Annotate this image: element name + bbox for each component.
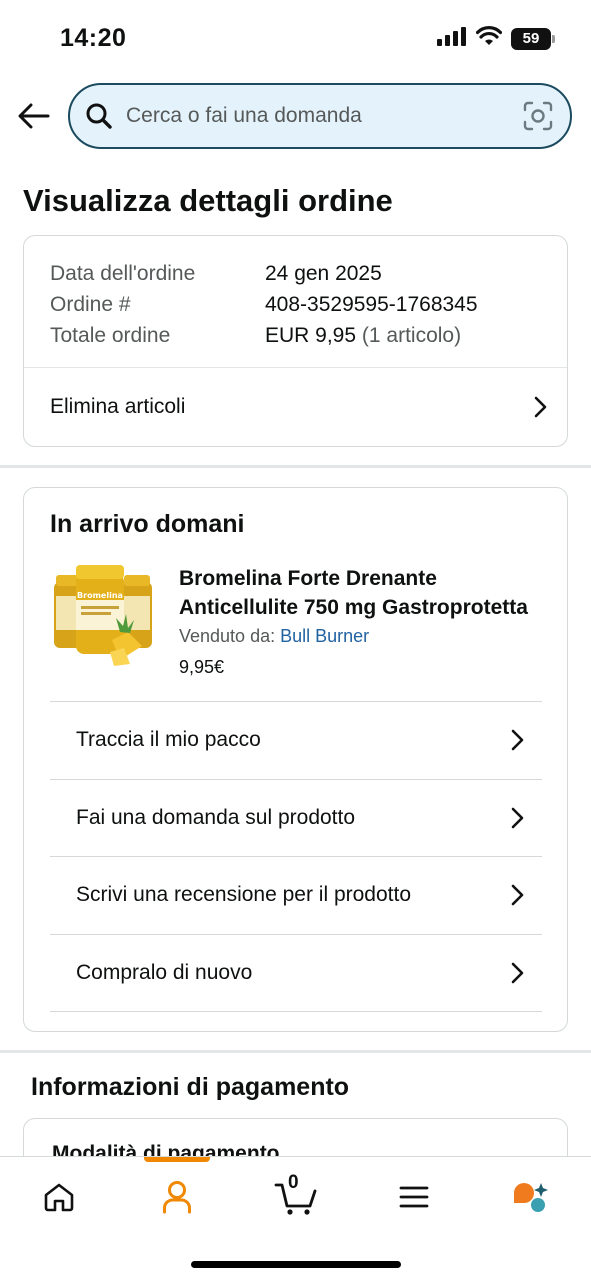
seller-link[interactable]: Bull Burner — [280, 626, 369, 646]
chevron-right-icon — [533, 396, 547, 418]
nav-menu[interactable] — [384, 1175, 444, 1219]
cart-count-badge: 0 — [288, 1172, 299, 1193]
product-title-line2: Anticellulite 750 mg Gastroprotetta — [179, 596, 528, 619]
section-separator — [0, 465, 591, 468]
sold-by: Venduto da: Bull Burner — [179, 626, 369, 647]
rufus-icon — [514, 1183, 548, 1212]
status-bar: 14:20 59 — [0, 0, 591, 78]
order-number-label: Ordine # — [50, 293, 131, 316]
action-label: Compralo di nuovo — [76, 960, 253, 984]
signal-icon — [437, 26, 467, 51]
shipment-status-heading: In arrivo domani — [50, 510, 245, 538]
search-input[interactable] — [126, 104, 522, 128]
product-brand-text: Bromelina — [77, 591, 123, 600]
status-icons: 59 — [437, 26, 555, 51]
track-package-row[interactable]: Traccia il mio pacco — [50, 701, 542, 779]
delete-items-row[interactable]: Elimina articoli — [24, 368, 567, 446]
sold-by-label: Venduto da: — [179, 626, 276, 646]
order-summary-card: Data dell'ordine 24 gen 2025 Ordine # 40… — [23, 235, 568, 447]
order-total-value: EUR 9,95 (1 articolo) — [265, 320, 461, 351]
shipment-card: In arrivo domani Bromelina Bromelina For… — [23, 487, 568, 1032]
search-bar[interactable] — [68, 83, 572, 149]
order-total-label: Totale ordine — [50, 324, 171, 347]
page-title: Visualizza dettagli ordine — [23, 183, 393, 218]
delete-items-label: Elimina articoli — [50, 395, 186, 418]
ask-question-row[interactable]: Fai una domanda sul prodotto — [50, 778, 542, 857]
nav-rufus[interactable] — [500, 1175, 560, 1219]
action-label: Fai una domanda sul prodotto — [76, 805, 356, 829]
status-time: 14:20 — [60, 24, 127, 52]
chevron-right-icon — [510, 729, 524, 751]
product-price: 9,95€ — [179, 657, 225, 677]
wifi-icon — [475, 26, 503, 51]
write-review-row[interactable]: Scrivi una recensione per il prodotto — [50, 856, 542, 934]
home-indicator — [191, 1261, 401, 1268]
product-title-line1: Bromelina Forte Drenante — [179, 567, 437, 590]
divider — [50, 1011, 542, 1012]
account-icon — [163, 1181, 191, 1214]
nav-account[interactable] — [147, 1175, 207, 1219]
buy-again-row[interactable]: Compralo di nuovo — [50, 933, 542, 1012]
order-date-row: Data dell'ordine 24 gen 2025 — [50, 258, 478, 289]
back-button[interactable] — [14, 96, 54, 136]
chevron-right-icon — [510, 807, 524, 829]
back-arrow-icon — [18, 103, 50, 129]
nav-cart[interactable]: 0 — [266, 1172, 326, 1219]
chevron-right-icon — [510, 962, 524, 984]
order-number-row: Ordine # 408-3529595-1768345 — [50, 289, 478, 320]
menu-icon — [399, 1186, 429, 1208]
order-number-value: 408-3529595-1768345 — [265, 293, 478, 316]
product-title[interactable]: Bromelina Forte Drenante Anticellulite 7… — [179, 564, 549, 622]
search-icon — [84, 101, 114, 131]
home-icon — [44, 1183, 74, 1212]
action-label: Traccia il mio pacco — [76, 728, 261, 752]
battery-icon: 59 — [511, 27, 555, 50]
active-tab-indicator — [144, 1157, 210, 1162]
order-total-amount: EUR 9,95 — [265, 324, 357, 347]
camera-scan-icon[interactable] — [522, 100, 554, 132]
section-separator — [0, 1050, 591, 1053]
action-label: Scrivi una recensione per il prodotto — [76, 883, 412, 907]
product-image[interactable]: Bromelina — [50, 560, 156, 672]
chevron-right-icon — [510, 884, 524, 906]
payment-info-heading: Informazioni di pagamento — [31, 1073, 350, 1101]
order-date-value: 24 gen 2025 — [265, 262, 382, 285]
shipment-actions: Traccia il mio pacco Fai una domanda sul… — [50, 701, 542, 1012]
order-summary-details: Data dell'ordine 24 gen 2025 Ordine # 40… — [50, 258, 478, 351]
bottom-nav: 0 — [0, 1156, 591, 1280]
order-total-row: Totale ordine EUR 9,95 (1 articolo) — [50, 320, 478, 351]
order-item-count: (1 articolo) — [361, 324, 462, 347]
nav-home[interactable] — [29, 1175, 89, 1219]
order-date-label: Data dell'ordine — [50, 262, 196, 285]
